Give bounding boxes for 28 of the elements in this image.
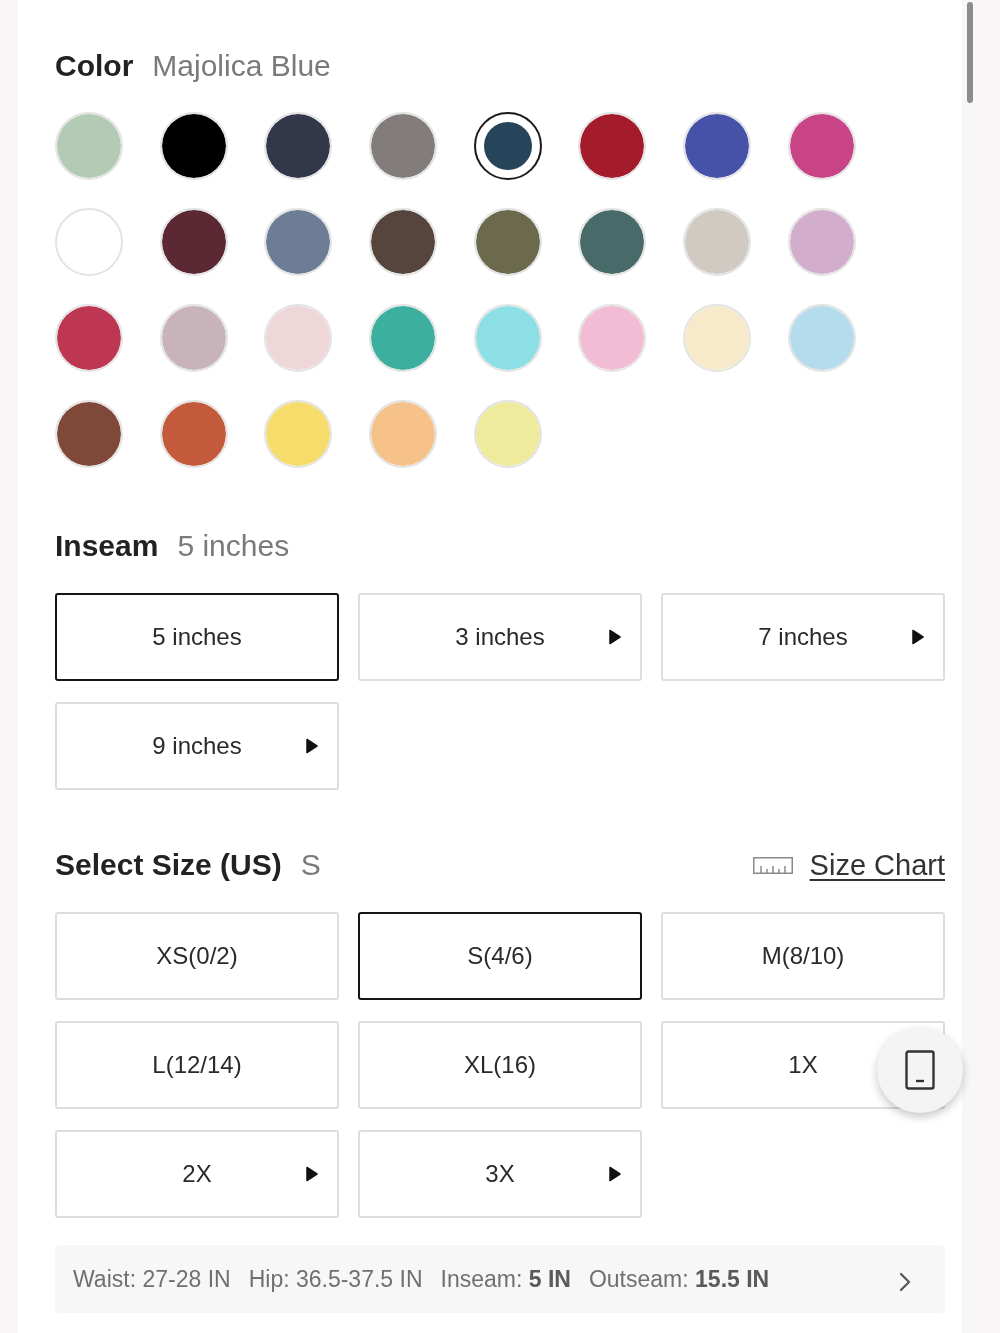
option-button[interactable]: XS(0/2) [55,912,339,1000]
ruler-icon [752,856,793,874]
section-title: Color [55,49,134,83]
option-button[interactable]: 3X [358,1130,642,1218]
scrollbar[interactable] [967,2,973,103]
section-title: Inseam [55,529,159,563]
chevron-right-icon [899,1272,911,1292]
option-button[interactable]: 5 inches [55,593,339,681]
option-button[interactable]: XL(16) [358,1021,642,1109]
measurement-text: Inseam: 5 IN [440,1265,571,1293]
section-title: Select Size (US) [55,848,282,882]
option-button[interactable]: L(12/14) [55,1021,339,1109]
option-button[interactable]: S(4/6) [358,912,642,1000]
measurement-text: Hip: 36.5-37.5 IN [248,1265,423,1293]
option-button[interactable]: 7 inches [661,593,945,681]
option-button[interactable]: 3 inches [358,593,642,681]
measurements-bar[interactable]: Waist: 27-28 IN Hip: 36.5-37.5 IN Inseam: 5 IN Outseam: 15.5 IN [55,1245,945,1313]
selected-value: 5 inches [177,529,290,563]
option-button[interactable]: M(8/10) [661,912,945,1000]
phone-icon [905,1050,935,1090]
measurement-text: Outseam: 15.5 IN [588,1265,770,1293]
option-button[interactable]: 2X [55,1130,339,1218]
selected-value: S [300,848,321,882]
option-button[interactable]: 9 inches [55,702,339,790]
size-chart-link[interactable]: Size Chart [752,848,945,882]
measurement-text: Waist: 27-28 IN [73,1265,231,1293]
selected-value: Majolica Blue [152,49,331,83]
floating-phone-overlay[interactable] [877,1027,963,1113]
